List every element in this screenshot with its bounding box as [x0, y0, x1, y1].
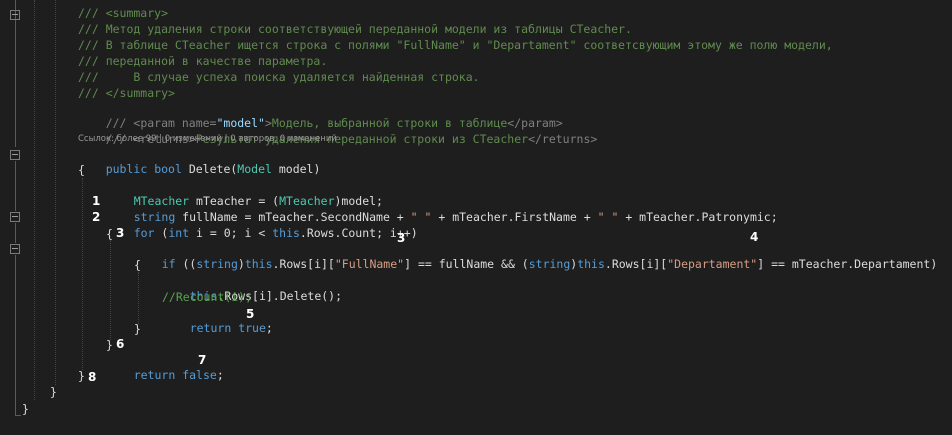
annotation-label: 5	[246, 307, 255, 321]
annotation-label: 3	[116, 226, 125, 240]
doc-comment-line: /// В таблице CTeacher ищется строка с п…	[78, 38, 833, 52]
code-editor[interactable]: /// <summary> /// Метод удаления строки …	[0, 0, 952, 435]
brace: {	[134, 258, 141, 272]
brace: {	[106, 227, 113, 241]
code-text: (	[154, 226, 169, 240]
indent-guide	[82, 178, 83, 370]
doc-comment-line: /// переданной в качестве параметра.	[78, 54, 328, 68]
keyword: if	[161, 257, 176, 271]
code-text: ] == mTeacher.Departament)	[757, 257, 938, 271]
code-text: .Rows[i][	[604, 257, 668, 271]
indent-guide	[34, 0, 35, 400]
outline-line	[15, 255, 16, 415]
annotation-label: 4	[750, 230, 759, 244]
keyword: false	[182, 368, 217, 382]
code-text: .Rows[i][	[272, 257, 335, 271]
keyword: string	[196, 257, 238, 271]
brace: }	[22, 402, 29, 416]
doc-comment-line: /// <summary>	[78, 6, 169, 20]
outline-line	[15, 223, 16, 243]
indent-guide	[55, 0, 56, 385]
keyword: this	[577, 257, 605, 271]
keyword: this	[272, 226, 300, 240]
doc-comment-line: /// </summary>	[78, 86, 175, 100]
codelens-info[interactable]: Ссылок: более 99 | 0 изменений | 0 автор…	[78, 134, 337, 144]
brace: {	[78, 163, 85, 177]
type-name: Model	[237, 162, 272, 176]
doc-tag: </returns>	[528, 132, 598, 146]
code-text: ;	[265, 321, 273, 335]
brace: }	[106, 338, 113, 352]
brace: }	[50, 385, 57, 399]
fold-toggle-icon[interactable]	[10, 212, 20, 222]
brace: }	[78, 369, 85, 383]
fold-toggle-icon[interactable]	[10, 150, 20, 160]
keyword: public	[105, 162, 148, 176]
doc-comment-line: /// Метод удаления строки соответствующе…	[78, 22, 632, 36]
outline-line	[15, 22, 16, 147]
code-text: )	[237, 257, 245, 271]
code-line-return-true: return true;	[162, 306, 273, 351]
brace: }	[134, 322, 141, 336]
method-name: Delete(	[188, 162, 238, 176]
keyword: this	[244, 257, 273, 271]
code-text: + mTeacher.Patronymic;	[618, 210, 778, 224]
string-literal: " "	[597, 210, 619, 224]
code-text: + mTeacher.FirstName +	[431, 210, 598, 224]
code-text: ] == fullName && (	[404, 257, 529, 271]
keyword: string	[528, 257, 571, 271]
code-text: model)	[271, 162, 321, 176]
code-text: ;	[216, 368, 224, 382]
annotation-label: 1	[92, 194, 101, 208]
fold-toggle-icon[interactable]	[10, 10, 20, 20]
annotation-label: 2	[92, 210, 101, 224]
annotation-label: 3	[397, 231, 406, 245]
outline-line	[15, 161, 16, 211]
keyword: return	[189, 321, 232, 335]
code-text: i = 0; i <	[189, 226, 273, 240]
string-literal: "FullName"	[334, 257, 405, 271]
annotation-label: 7	[198, 353, 207, 367]
annotation-label: 6	[116, 337, 125, 351]
string-literal: "Departament"	[667, 257, 758, 271]
code-comment: //Recount(i);	[162, 290, 253, 304]
code-text: ((	[175, 257, 197, 271]
outline-end-line	[15, 415, 21, 416]
keyword: for	[133, 226, 155, 240]
keyword: int	[168, 226, 190, 240]
fold-toggle-icon[interactable]	[10, 244, 20, 254]
keyword: bool	[154, 162, 182, 176]
annotation-label: 8	[88, 370, 97, 384]
keyword: return	[133, 368, 176, 382]
doc-comment-line: /// В случае успеха поиска удаляется най…	[78, 70, 480, 84]
keyword: true	[238, 321, 266, 335]
